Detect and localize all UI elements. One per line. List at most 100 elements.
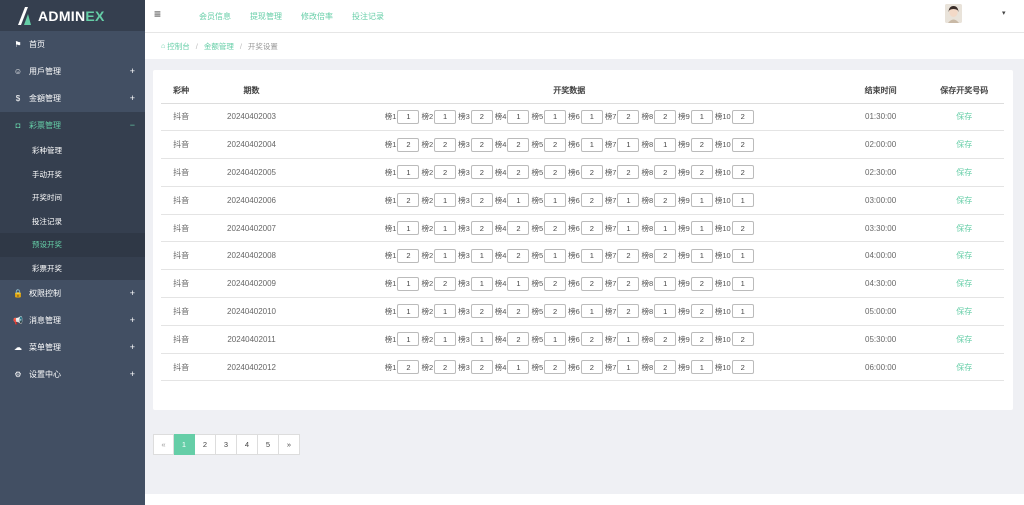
slot-value-input[interactable]: 2 xyxy=(544,221,567,236)
slot-value-input[interactable]: 1 xyxy=(397,221,420,236)
slot-value-input[interactable]: 2 xyxy=(580,193,603,208)
sidebar-item-6[interactable]: ☁ 菜单管理 + xyxy=(0,334,145,361)
slot-value-input[interactable]: 1 xyxy=(580,137,603,152)
slot-value-input[interactable]: 2 xyxy=(470,193,493,208)
slot-value-input[interactable]: 2 xyxy=(544,137,567,152)
slot-value-input[interactable]: 2 xyxy=(580,360,603,375)
page-button[interactable]: 4 xyxy=(237,434,258,455)
breadcrumb-item[interactable]: 金额管理 xyxy=(204,41,234,52)
slot-value-input[interactable]: 1 xyxy=(731,193,754,208)
slot-value-input[interactable]: 1 xyxy=(654,221,677,236)
slot-value-input[interactable]: 1 xyxy=(434,332,457,347)
slot-value-input[interactable]: 1 xyxy=(397,276,420,291)
page-button[interactable]: 1 xyxy=(174,434,195,455)
slot-value-input[interactable]: 1 xyxy=(731,248,754,263)
slot-value-input[interactable]: 2 xyxy=(580,276,603,291)
slot-value-input[interactable]: 2 xyxy=(731,221,754,236)
expand-icon[interactable]: + xyxy=(130,288,135,298)
expand-icon[interactable]: + xyxy=(130,66,135,76)
slot-value-input[interactable]: 2 xyxy=(731,137,754,152)
slot-value-input[interactable]: 2 xyxy=(654,193,677,208)
slot-value-input[interactable]: 1 xyxy=(507,109,530,124)
slot-value-input[interactable]: 2 xyxy=(690,332,713,347)
sidebar-item-2[interactable]: $ 金額管理 + xyxy=(0,85,145,112)
slot-value-input[interactable]: 2 xyxy=(434,165,457,180)
save-button[interactable]: 保存 xyxy=(924,186,1004,215)
slot-value-input[interactable]: 2 xyxy=(690,304,713,319)
slot-value-input[interactable]: 1 xyxy=(690,109,713,124)
menu-toggle-icon[interactable]: ≡ xyxy=(154,7,161,21)
slot-value-input[interactable]: 2 xyxy=(507,248,530,263)
prev-page-button[interactable]: « xyxy=(153,434,174,455)
expand-icon[interactable]: + xyxy=(130,369,135,379)
slot-value-input[interactable]: 1 xyxy=(397,165,420,180)
logo[interactable]: ADMINEX xyxy=(0,0,145,31)
slot-value-input[interactable]: 2 xyxy=(731,360,754,375)
slot-value-input[interactable]: 1 xyxy=(507,193,530,208)
slot-value-input[interactable]: 1 xyxy=(470,332,493,347)
slot-value-input[interactable]: 2 xyxy=(617,248,640,263)
slot-value-input[interactable]: 1 xyxy=(690,360,713,375)
slot-value-input[interactable]: 2 xyxy=(397,360,420,375)
slot-value-input[interactable]: 2 xyxy=(470,137,493,152)
slot-value-input[interactable]: 1 xyxy=(434,221,457,236)
save-button[interactable]: 保存 xyxy=(924,158,1004,187)
save-button[interactable]: 保存 xyxy=(924,269,1004,299)
slot-value-input[interactable]: 1 xyxy=(507,360,530,375)
slot-value-input[interactable]: 2 xyxy=(690,276,713,291)
slot-value-input[interactable]: 1 xyxy=(397,332,420,347)
slot-value-input[interactable]: 1 xyxy=(397,109,420,124)
slot-value-input[interactable]: 2 xyxy=(617,165,640,180)
slot-value-input[interactable]: 1 xyxy=(580,248,603,263)
slot-value-input[interactable]: 2 xyxy=(580,332,603,347)
slot-value-input[interactable]: 2 xyxy=(617,109,640,124)
slot-value-input[interactable]: 2 xyxy=(470,221,493,236)
submenu-item[interactable]: 手动开奖 xyxy=(0,163,145,187)
slot-value-input[interactable]: 2 xyxy=(654,165,677,180)
breadcrumb-item[interactable]: 控制台 xyxy=(167,41,190,52)
slot-value-input[interactable]: 1 xyxy=(397,304,420,319)
slot-value-input[interactable]: 2 xyxy=(434,360,457,375)
slot-value-input[interactable]: 1 xyxy=(434,248,457,263)
page-button[interactable]: 5 xyxy=(258,434,279,455)
submenu-item[interactable]: 开奖时间 xyxy=(0,186,145,210)
slot-value-input[interactable]: 2 xyxy=(507,165,530,180)
slot-value-input[interactable]: 2 xyxy=(507,332,530,347)
avatar[interactable] xyxy=(945,4,962,23)
slot-value-input[interactable]: 2 xyxy=(654,248,677,263)
top-nav-link[interactable]: 提现管理 xyxy=(250,11,282,22)
slot-value-input[interactable]: 1 xyxy=(544,248,567,263)
slot-value-input[interactable]: 1 xyxy=(617,360,640,375)
sidebar-item-4[interactable]: 🔒 权限控制 + xyxy=(0,280,145,307)
slot-value-input[interactable]: 2 xyxy=(470,165,493,180)
slot-value-input[interactable]: 2 xyxy=(580,165,603,180)
slot-value-input[interactable]: 2 xyxy=(470,304,493,319)
submenu-item[interactable]: 彩票开奖 xyxy=(0,257,145,281)
slot-value-input[interactable]: 2 xyxy=(544,360,567,375)
slot-value-input[interactable]: 2 xyxy=(544,165,567,180)
slot-value-input[interactable]: 2 xyxy=(690,137,713,152)
slot-value-input[interactable]: 1 xyxy=(617,193,640,208)
slot-value-input[interactable]: 2 xyxy=(731,109,754,124)
slot-value-input[interactable]: 1 xyxy=(434,109,457,124)
user-dropdown-caret-icon[interactable]: ▾ xyxy=(1002,9,1006,17)
slot-value-input[interactable]: 2 xyxy=(434,137,457,152)
save-button[interactable]: 保存 xyxy=(924,325,1004,354)
slot-value-input[interactable]: 1 xyxy=(507,276,530,291)
expand-icon[interactable]: + xyxy=(130,93,135,103)
page-button[interactable]: 3 xyxy=(216,434,237,455)
slot-value-input[interactable]: 2 xyxy=(507,304,530,319)
slot-value-input[interactable]: 2 xyxy=(397,248,420,263)
sidebar-item-3[interactable]: ◘ 彩票管理 − xyxy=(0,112,145,139)
top-nav-link[interactable]: 投注记录 xyxy=(352,11,384,22)
slot-value-input[interactable]: 2 xyxy=(397,137,420,152)
slot-value-input[interactable]: 2 xyxy=(654,332,677,347)
slot-value-input[interactable]: 1 xyxy=(544,332,567,347)
slot-value-input[interactable]: 1 xyxy=(617,221,640,236)
slot-value-input[interactable]: 1 xyxy=(654,137,677,152)
sidebar-item-5[interactable]: 📢 消息管理 + xyxy=(0,307,145,334)
slot-value-input[interactable]: 2 xyxy=(731,165,754,180)
slot-value-input[interactable]: 2 xyxy=(617,276,640,291)
slot-value-input[interactable]: 1 xyxy=(544,193,567,208)
slot-value-input[interactable]: 2 xyxy=(507,137,530,152)
